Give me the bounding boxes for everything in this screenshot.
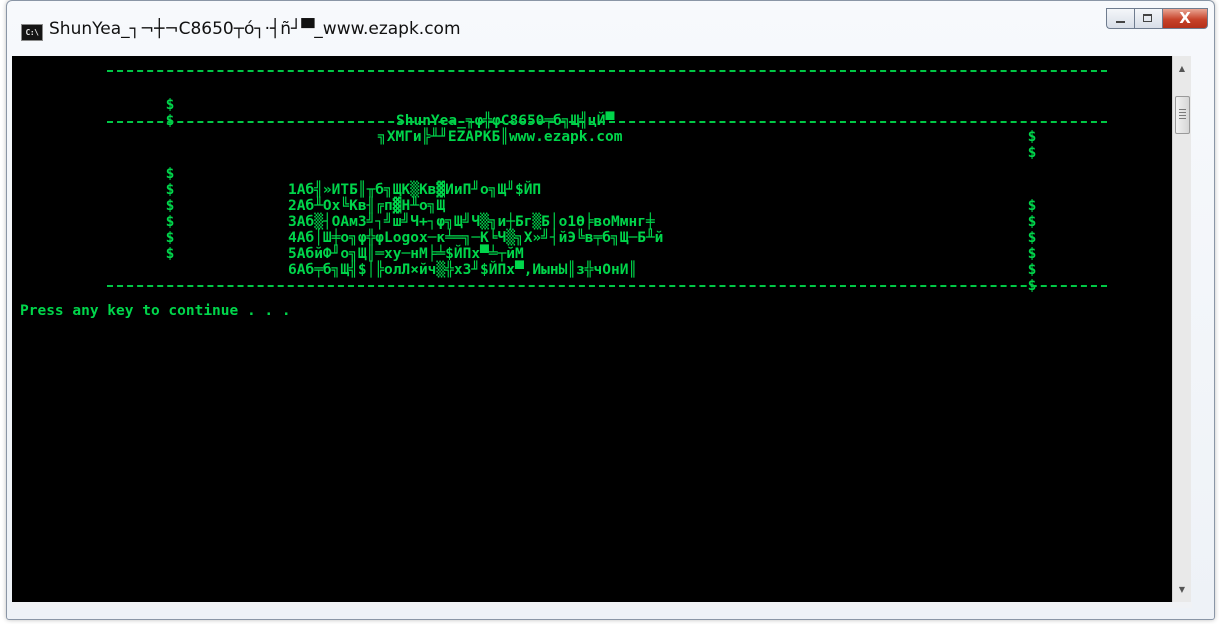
menu-item: $ 1Аб╣»ИТБ║╥б╗ЩК▒Кв▓ИиП╜о╗Щ╜$ЙП $	[12, 150, 1172, 214]
border-line-middle	[107, 121, 1107, 123]
close-icon: X	[1179, 9, 1191, 27]
menu-item: $ 6Аб╤б╗Щ╣$│╠олЛ×йч▒╬х3╜$ЙПх▀,ИынЫ║з╬чОн…	[12, 230, 1172, 294]
scroll-up-icon[interactable]: ▲	[1173, 60, 1191, 77]
grip-line	[1179, 115, 1186, 116]
border-line-top	[107, 70, 1107, 72]
menu-item-text: 5АбйФ╜о╗Щ║═ху─нМ╞╧$ЙПх▀╧┬йМ	[288, 246, 524, 262]
grip-line	[1179, 118, 1186, 119]
menu-item: $ 4Аб│Ш╪о╗φ╬φLogoх─к╧═╗─К╘Ч▒╗Х»╝┤йЭ╚в╤б╗…	[12, 198, 1172, 262]
minimize-button[interactable]	[1106, 8, 1134, 29]
caption-buttons: X	[1106, 8, 1208, 30]
header-site: ╗ХМГи╠╨╜EZAPKБ║www.ezapk.com	[378, 129, 623, 145]
cmd-console-icon[interactable]: C:\	[21, 24, 43, 41]
menu-item: $ 5АбйФ╜о╗Щ║═ху─нМ╞╧$ЙПх▀╧┬йМ $	[12, 214, 1172, 278]
scroll-thumb[interactable]	[1175, 96, 1190, 134]
menu-item: $ 2Аб╨Ох╚Кв╢╔п▓Н╨о╗Щ $	[12, 166, 1172, 230]
header-row-1: $ ShunYea_╗φ╬φC8650╤б╗Щ╣цЙ▀ $	[12, 81, 1172, 145]
grip-line	[1179, 112, 1186, 113]
maximize-icon	[1143, 14, 1152, 22]
border-line-bottom	[107, 285, 1107, 287]
menu-item: $ 3Аб▒┤ОАм3╝┐╝ш╝Ч+┐φ╗Щ╝Ч▒╗и┼Бг▒Б│о1Ө╞воМ…	[12, 182, 1172, 246]
border-dollar: $	[1027, 129, 1037, 145]
console-output[interactable]: $ ShunYea_╗φ╬φC8650╤б╗Щ╣цЙ▀ $ $ ╗ХМГи╠╨╜…	[12, 56, 1172, 602]
border-dollar: $	[1027, 246, 1037, 262]
grip-line	[1179, 109, 1186, 110]
scroll-down-icon[interactable]: ▼	[1173, 581, 1191, 598]
vertical-scrollbar[interactable]: ▲ ▼	[1172, 56, 1191, 602]
continue-prompt: Press any key to continue . . .	[20, 303, 291, 319]
maximize-button[interactable]	[1134, 8, 1162, 29]
border-dollar: $	[165, 246, 175, 262]
close-button[interactable]: X	[1162, 8, 1208, 29]
window-title: ShunYea_┐¬┼¬C8650┬ó┐·┤ñ┘▀_www.ezapk.com	[49, 19, 461, 39]
header-row-2: $ ╗ХМГи╠╨╜EZAPKБ║www.ezapk.com $	[12, 97, 1172, 161]
window-bottom-edge	[12, 602, 1192, 608]
menu-item-text: 6Аб╤б╗Щ╣$│╠олЛ×йч▒╬х3╜$ЙПх▀,ИынЫ║з╬чОнИ║	[288, 262, 638, 278]
border-dollar: $	[1027, 262, 1037, 278]
title-bar[interactable]: C:\ ShunYea_┐¬┼¬C8650┬ó┐·┤ñ┘▀_www.ezapk.…	[7, 1, 1214, 53]
minimize-icon	[1116, 21, 1125, 23]
